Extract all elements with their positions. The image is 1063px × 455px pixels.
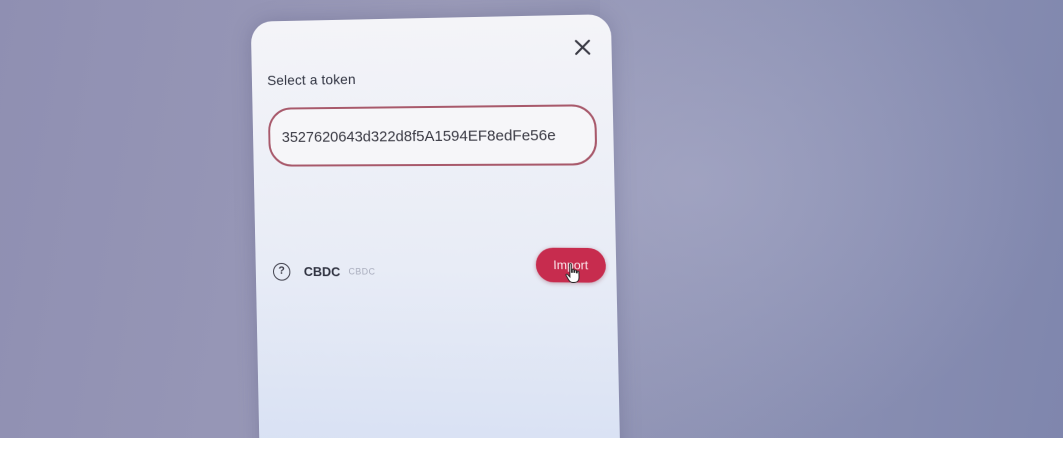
select-token-dialog: Select a token ? CBDC CBDC Import bbox=[250, 14, 621, 455]
dialog-title: Select a token bbox=[267, 71, 356, 89]
bottom-strip bbox=[0, 438, 1063, 455]
background-glow bbox=[600, 0, 1063, 455]
import-button[interactable]: Import bbox=[535, 247, 607, 283]
close-icon[interactable] bbox=[570, 35, 595, 60]
question-circle-icon: ? bbox=[272, 262, 291, 281]
background: Select a token ? CBDC CBDC Import bbox=[0, 0, 1063, 455]
search-field[interactable] bbox=[267, 104, 598, 167]
token-name: CBDC bbox=[303, 264, 341, 280]
token-symbol: CBDC bbox=[348, 266, 376, 277]
token-search-input[interactable] bbox=[269, 106, 596, 165]
token-list-item: ? CBDC CBDC Import bbox=[271, 247, 607, 296]
